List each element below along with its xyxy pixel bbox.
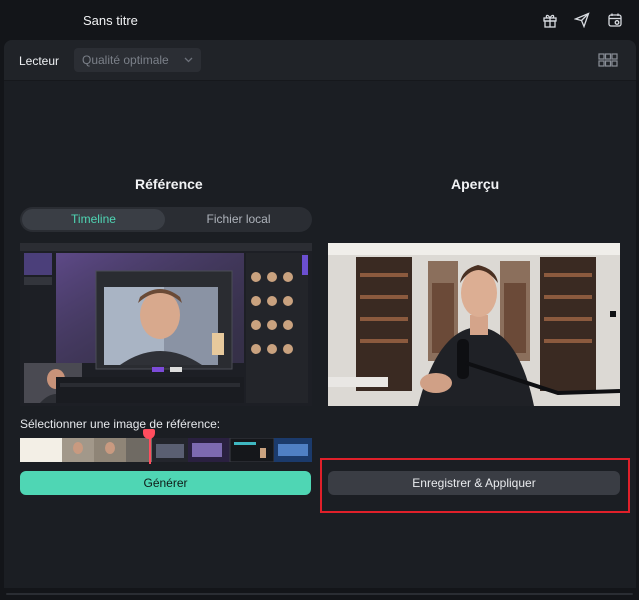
window-title: Sans titre: [83, 13, 138, 28]
quality-value: Qualité optimale: [82, 53, 169, 67]
player-label: Lecteur: [19, 54, 60, 68]
quality-select[interactable]: Qualité optimale: [74, 48, 201, 72]
player-toolbar: Lecteur Qualité optimale: [4, 40, 636, 81]
chevron-down-icon: [184, 48, 193, 80]
calendar-settings-icon[interactable]: [606, 11, 624, 29]
send-icon[interactable]: [573, 11, 591, 29]
tab-timeline[interactable]: Timeline: [22, 209, 165, 230]
source-tabs: Timeline Fichier local: [20, 207, 312, 232]
gift-icon[interactable]: [541, 11, 559, 29]
ai-panel: Lecteur Qualité optimale Référence Aperç…: [4, 40, 636, 588]
reference-image: [20, 243, 312, 406]
preview-image: [328, 243, 620, 406]
bottom-scrollbar[interactable]: [6, 593, 633, 595]
save-apply-button[interactable]: Enregistrer & Appliquer: [328, 471, 620, 495]
reference-filmstrip[interactable]: [20, 438, 312, 462]
select-reference-label: Sélectionner une image de référence:: [20, 417, 221, 431]
tab-local-file[interactable]: Fichier local: [167, 209, 310, 230]
preview-resize-handle[interactable]: [610, 311, 616, 317]
generate-button[interactable]: Générer: [20, 471, 311, 495]
grid-layout-icon[interactable]: [598, 53, 618, 72]
preview-title: Aperçu: [451, 176, 500, 192]
title-bar: Sans titre: [0, 0, 639, 40]
reference-title: Référence: [135, 176, 203, 192]
